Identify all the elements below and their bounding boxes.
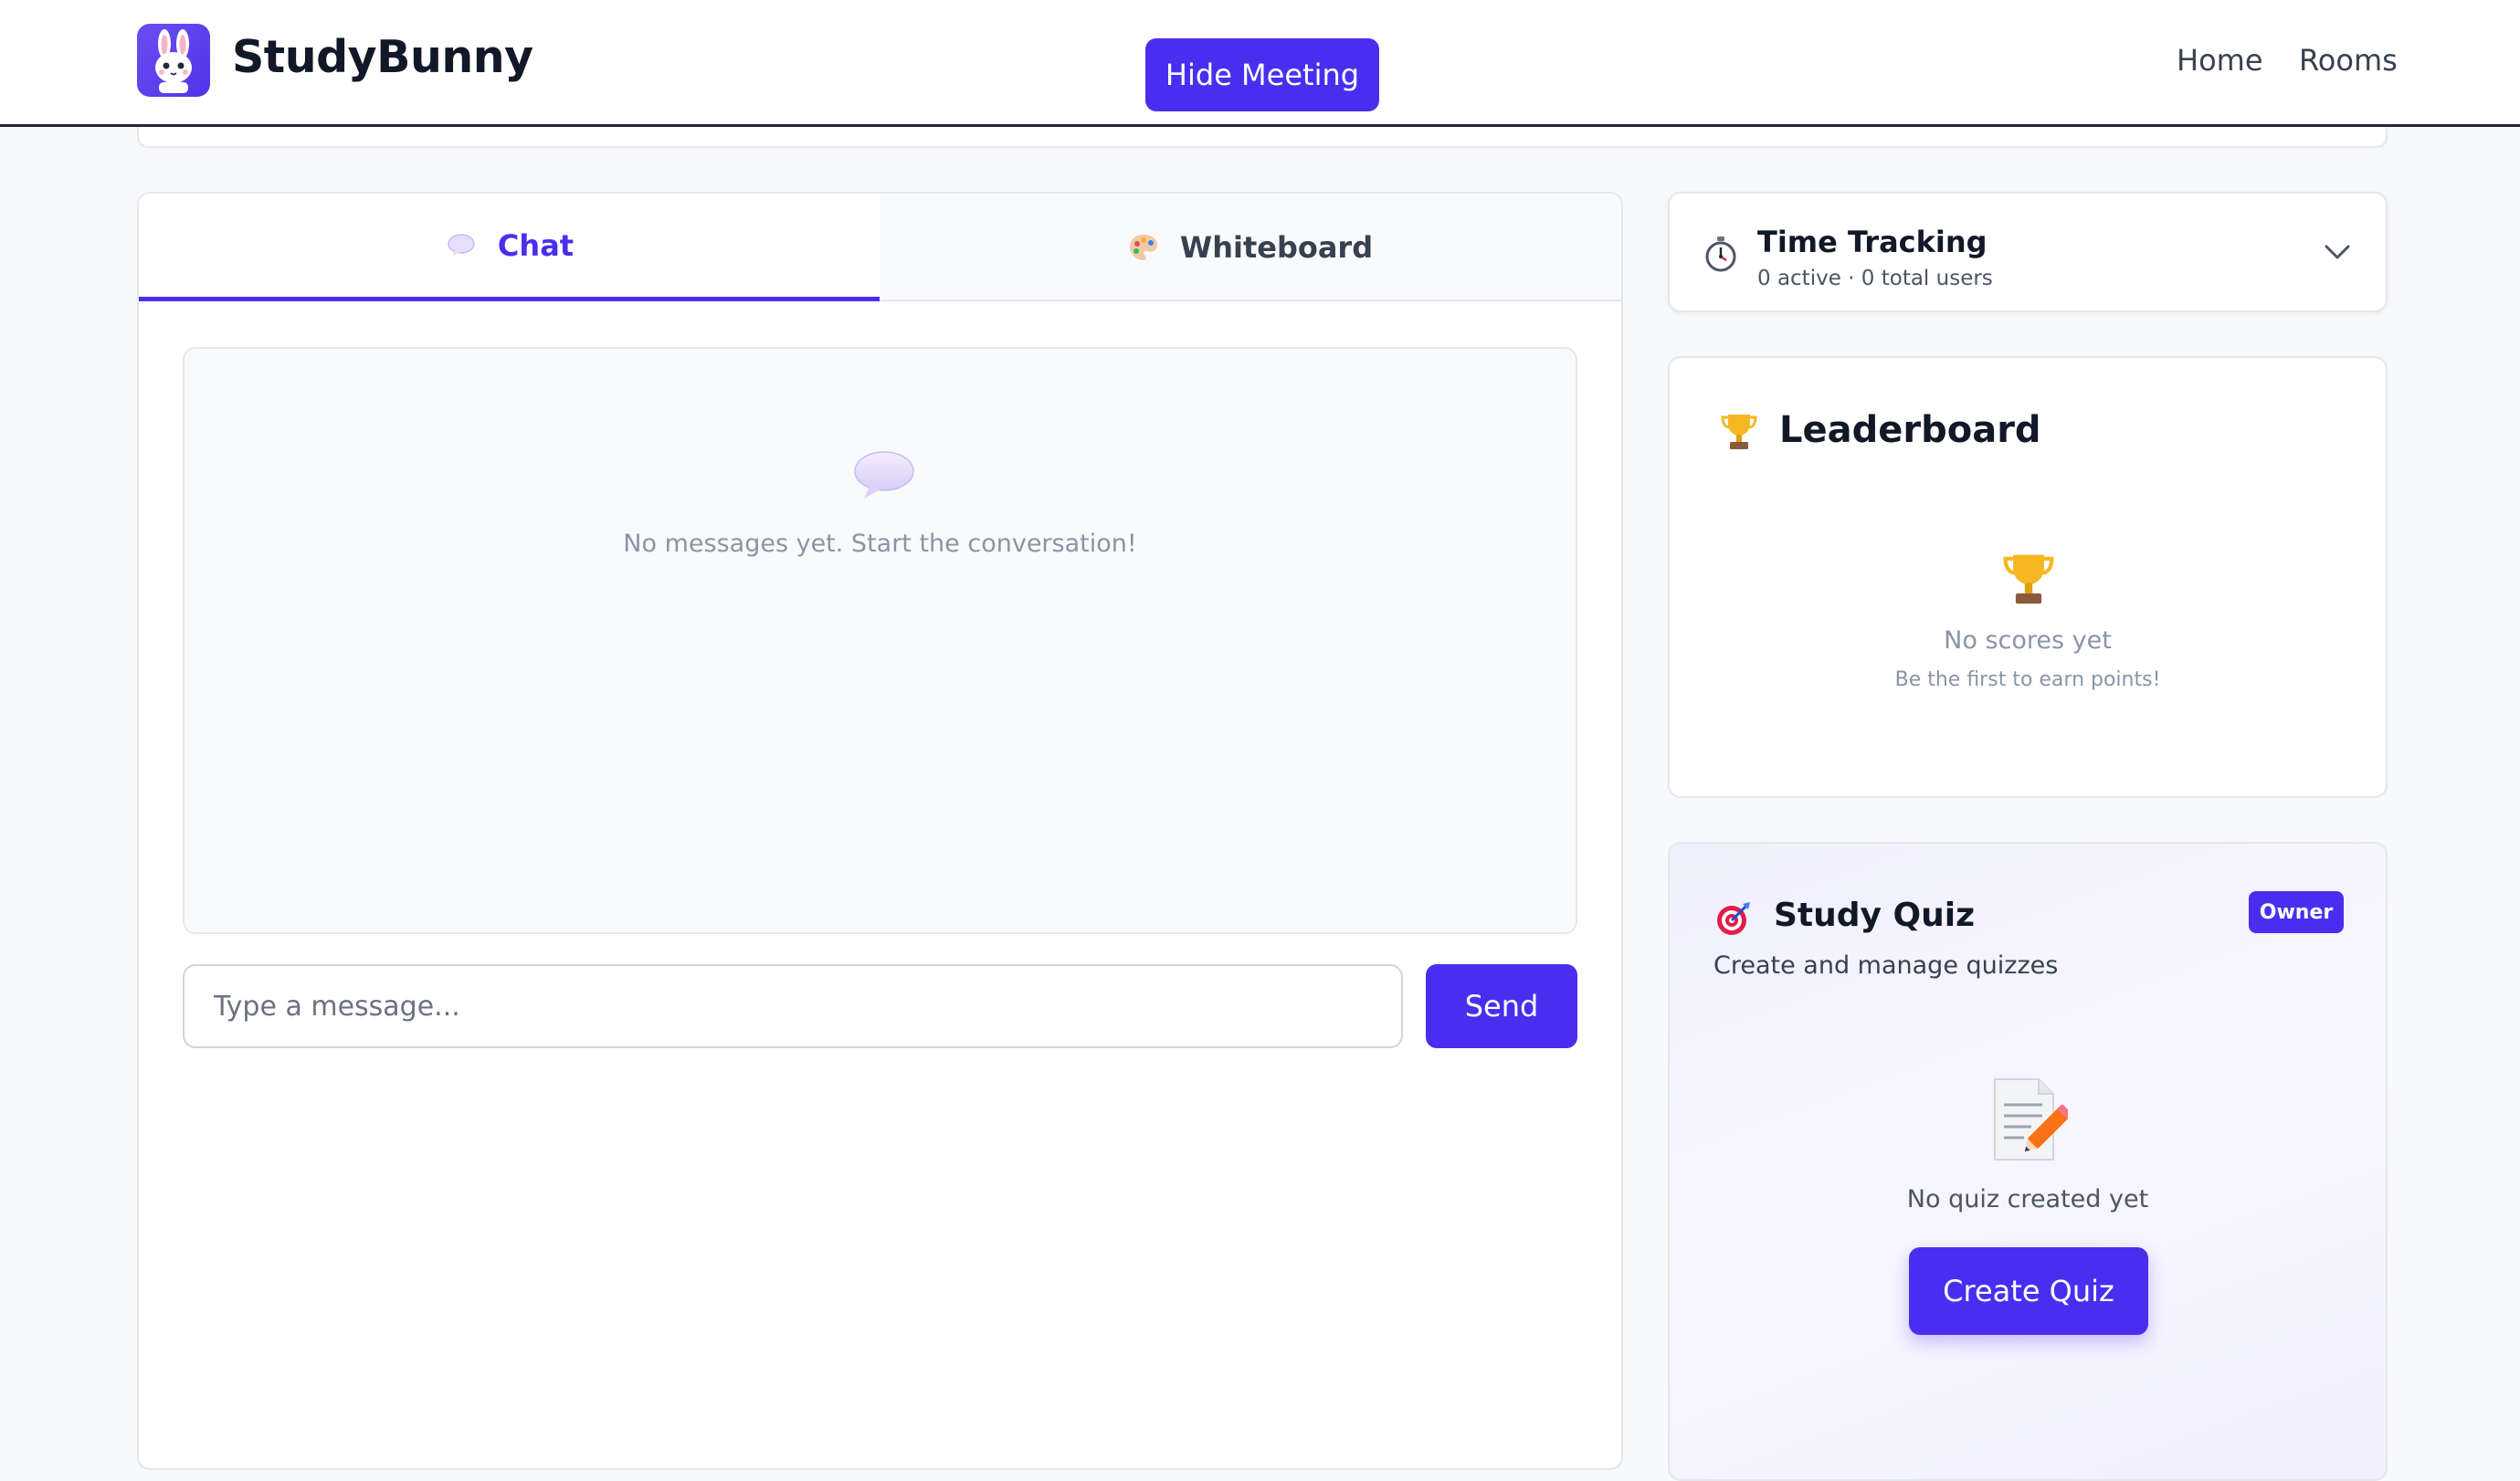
nav-rooms-link[interactable]: Rooms	[2299, 43, 2398, 78]
target-icon	[1715, 900, 1752, 937]
leaderboard-empty-title: No scores yet	[1944, 626, 2112, 655]
tab-chat[interactable]: Chat	[139, 194, 880, 301]
message-input[interactable]	[183, 964, 1403, 1048]
chat-empty-message: No messages yet. Start the conversation!	[623, 530, 1137, 558]
send-button[interactable]: Send	[1426, 964, 1577, 1048]
bunny-logo-icon[interactable]	[137, 24, 210, 97]
tab-whiteboard-label: Whiteboard	[1179, 230, 1374, 265]
speech-bubble-icon	[853, 449, 915, 500]
stopwatch-icon	[1704, 236, 1737, 272]
time-tracking-subtitle: 0 active · 0 total users	[1757, 267, 1993, 290]
study-quiz-subtitle: Create and manage quizzes	[1713, 951, 2059, 980]
study-quiz-card: Study Quiz Owner Create and manage quizz…	[1668, 842, 2388, 1481]
leaderboard-empty-subtitle: Be the first to earn points!	[1894, 668, 2161, 691]
brand-name[interactable]: StudyBunny	[232, 31, 533, 83]
document-pencil-icon	[1991, 1076, 2072, 1163]
palette-icon	[1127, 231, 1160, 264]
leaderboard-title: Leaderboard	[1779, 409, 2041, 451]
tab-chat-label: Chat	[497, 227, 575, 263]
chat-messages-area[interactable]: No messages yet. Start the conversation!	[183, 347, 1577, 934]
nav-home-link[interactable]: Home	[2177, 43, 2263, 78]
quiz-empty-message: No quiz created yet	[1906, 1185, 2149, 1213]
hide-meeting-button[interactable]: Hide Meeting	[1145, 38, 1379, 111]
time-tracking-card[interactable]: Time Tracking 0 active · 0 total users	[1668, 192, 2388, 312]
chat-whiteboard-panel: Chat Whiteboard No messages yet. Start t…	[137, 192, 1623, 1470]
trophy-icon	[1721, 411, 1757, 451]
study-quiz-title: Study Quiz	[1774, 897, 1976, 934]
owner-badge: Owner	[2249, 891, 2344, 933]
chevron-down-icon[interactable]	[2324, 243, 2351, 261]
tab-whiteboard[interactable]: Whiteboard	[880, 194, 1620, 301]
time-tracking-title: Time Tracking	[1757, 225, 1988, 259]
tab-bar: Chat Whiteboard	[139, 194, 1621, 301]
top-header: StudyBunny Hide Meeting Home Rooms	[0, 0, 2520, 127]
trophy-icon	[2002, 550, 2055, 606]
leaderboard-card: Leaderboard No scores yet Be the first t…	[1668, 356, 2388, 798]
collapsed-panel-strip	[137, 127, 2388, 148]
speech-bubble-icon	[445, 229, 478, 262]
create-quiz-button[interactable]: Create Quiz	[1909, 1247, 2148, 1335]
